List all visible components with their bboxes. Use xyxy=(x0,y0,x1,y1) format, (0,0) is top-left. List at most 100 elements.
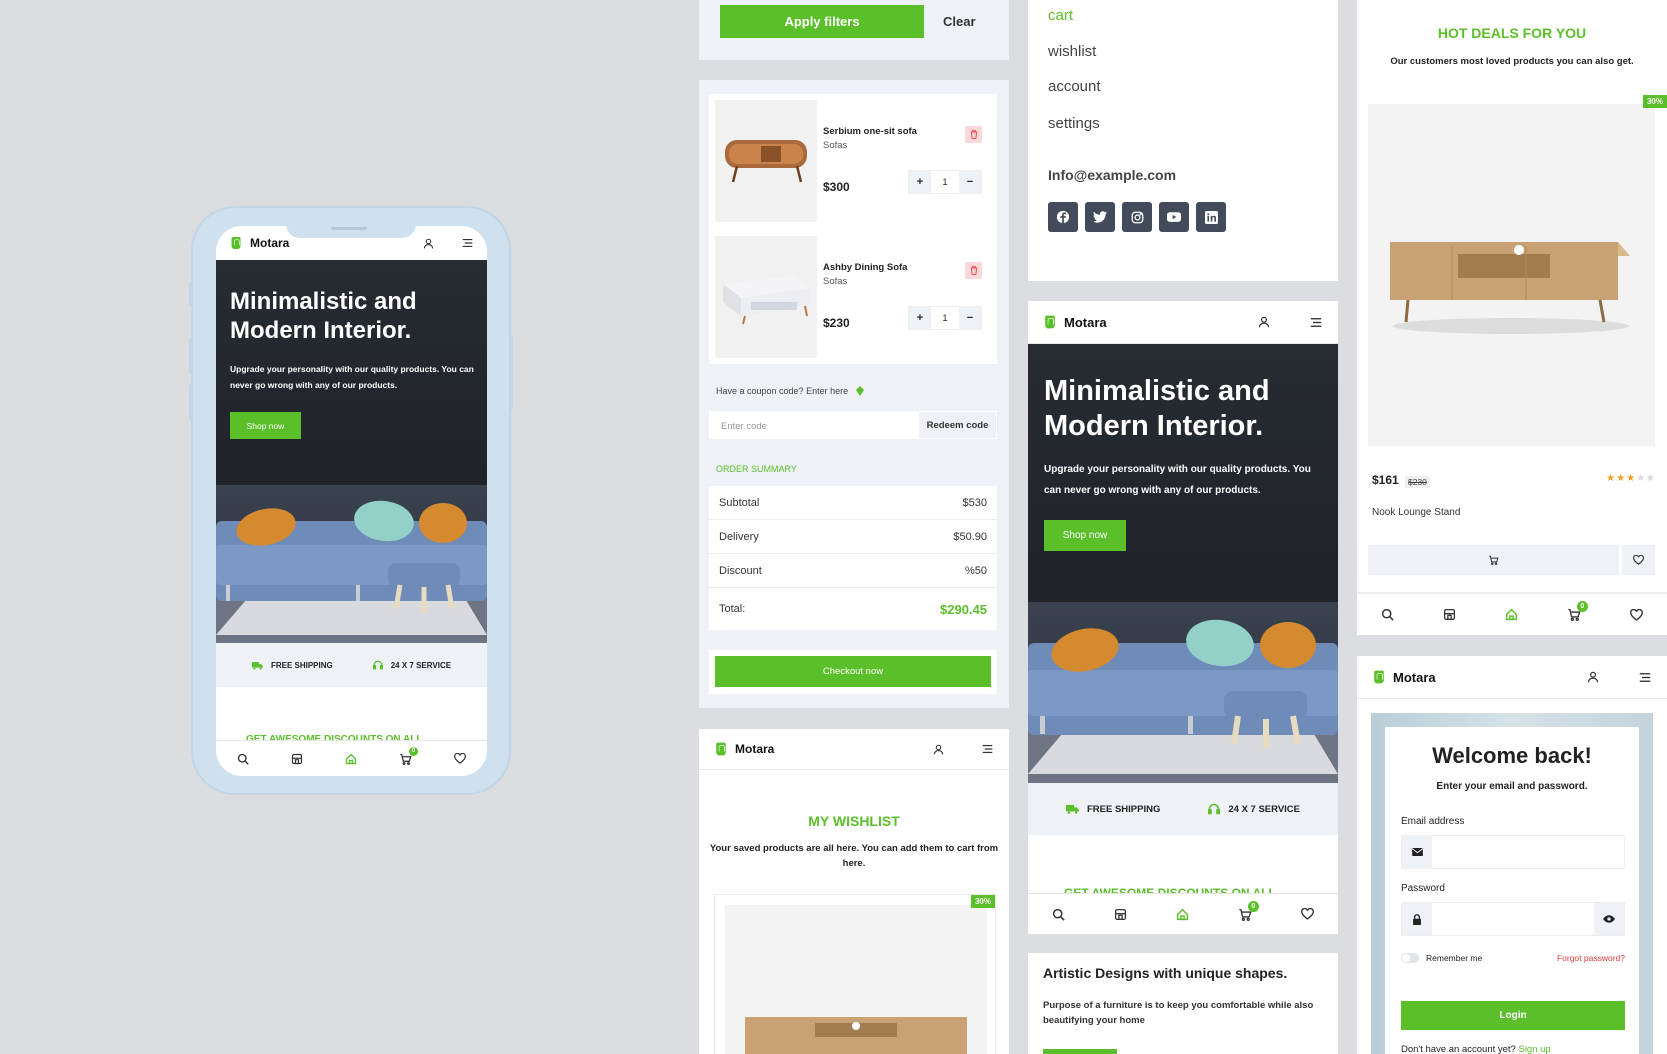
delete-icon[interactable] xyxy=(965,262,982,279)
coupon-code-input[interactable]: Enter code xyxy=(709,411,918,439)
cart-icon[interactable]: 0 xyxy=(399,746,418,765)
facebook-icon[interactable] xyxy=(1048,202,1078,232)
bottom-nav: 0 xyxy=(216,740,487,776)
remember-me-toggle[interactable] xyxy=(1401,953,1419,963)
increase-button[interactable]: + xyxy=(909,307,931,329)
search-icon[interactable] xyxy=(237,753,249,765)
product-price: $161 xyxy=(1372,473,1399,487)
artistic-text: Purpose of a furniture is to keep you co… xyxy=(1043,1000,1314,1027)
wishlist-subtitle: Your saved products are all here. You ca… xyxy=(709,843,999,869)
linkedin-icon[interactable] xyxy=(1196,202,1226,232)
menu-link-settings[interactable]: settings xyxy=(1048,115,1100,132)
feature-bar: FREE SHIPPING 24 X 7 SERVICE xyxy=(1028,783,1338,835)
star-icon: ★ xyxy=(1616,473,1626,484)
hero-section: Minimalistic and Modern Interior. Upgrade… xyxy=(1028,344,1338,783)
home-icon[interactable] xyxy=(1505,608,1518,621)
hero-subtitle: Upgrade your personality with our qualit… xyxy=(1044,464,1311,496)
cart-item-price: $230 xyxy=(823,316,850,330)
redeem-code-button[interactable]: Redeem code xyxy=(918,411,997,439)
heart-icon[interactable] xyxy=(1629,608,1643,621)
summary-row: Delivery $50.90 xyxy=(709,520,997,554)
home-icon[interactable] xyxy=(345,753,357,765)
store-icon[interactable] xyxy=(291,753,303,765)
cart-icon[interactable]: 0 xyxy=(1567,601,1588,621)
side-menu-panel: cart wishlist account settings Info@exam… xyxy=(1028,0,1338,281)
app-header: Motara xyxy=(699,729,1009,770)
decrease-button[interactable]: − xyxy=(959,171,981,193)
add-to-cart-button[interactable] xyxy=(1368,545,1619,575)
bottom-nav: 0 xyxy=(1028,893,1338,934)
user-icon[interactable] xyxy=(1587,671,1599,683)
brand-name: Motara xyxy=(1393,669,1436,685)
twitter-icon[interactable] xyxy=(1085,202,1115,232)
phone-side-button xyxy=(189,338,193,374)
quantity-value[interactable]: 1 xyxy=(931,177,959,187)
product-image xyxy=(1368,104,1655,446)
logo-icon xyxy=(716,742,726,756)
user-icon[interactable] xyxy=(1258,316,1270,328)
sofa-image xyxy=(216,485,487,643)
product-old-price: $230 xyxy=(1405,476,1430,488)
app-header: Motara xyxy=(1357,656,1667,699)
instagram-icon[interactable] xyxy=(1122,202,1152,232)
user-icon[interactable] xyxy=(933,744,944,755)
star-icon: ★ xyxy=(1636,473,1646,484)
remember-me-label: Remember me xyxy=(1426,953,1483,963)
brand-name: Motara xyxy=(250,236,290,250)
store-icon[interactable] xyxy=(1443,608,1456,621)
cart-icon[interactable]: 0 xyxy=(1238,900,1259,921)
menu-icon[interactable] xyxy=(1639,672,1651,683)
email-field[interactable] xyxy=(1401,835,1625,869)
youtube-icon[interactable] xyxy=(1159,202,1189,232)
contact-email[interactable]: Info@example.com xyxy=(1048,167,1176,183)
coupon-prompt: Have a coupon code? Enter here xyxy=(716,386,865,396)
quantity-stepper[interactable]: + 1 − xyxy=(908,170,982,194)
delete-icon[interactable] xyxy=(965,126,982,143)
menu-link-cart[interactable]: cart xyxy=(1048,7,1073,24)
signup-link[interactable]: Sign up xyxy=(1518,1044,1550,1054)
menu-icon[interactable] xyxy=(462,238,473,248)
product-image xyxy=(715,236,817,358)
product-name: Nook Lounge Stand xyxy=(1372,507,1461,518)
tag-icon xyxy=(856,386,865,396)
menu-icon[interactable] xyxy=(982,744,993,754)
apply-filters-button[interactable]: Apply filters xyxy=(720,5,924,38)
star-icon: ★ xyxy=(1606,473,1616,484)
user-icon[interactable] xyxy=(423,238,434,249)
search-icon[interactable] xyxy=(1052,908,1066,921)
menu-link-wishlist[interactable]: wishlist xyxy=(1048,43,1096,60)
shop-now-button[interactable]: Shop now xyxy=(1044,520,1126,551)
logo-icon xyxy=(1374,670,1384,684)
add-to-wishlist-button[interactable] xyxy=(1622,545,1655,575)
heart-icon[interactable] xyxy=(1300,908,1314,920)
store-icon[interactable] xyxy=(1114,908,1127,921)
product-image xyxy=(715,100,817,222)
menu-icon[interactable] xyxy=(1310,317,1322,328)
signup-prompt: Don't have an account yet? Sign up xyxy=(1401,1044,1551,1054)
shop-now-button[interactable]: Shop now xyxy=(230,412,301,439)
quantity-stepper[interactable]: + 1 − xyxy=(908,306,982,330)
menu-link-account[interactable]: account xyxy=(1048,78,1101,95)
bottom-nav: 0 xyxy=(1357,592,1667,635)
home-icon[interactable] xyxy=(1176,908,1189,921)
heart-icon[interactable] xyxy=(454,753,466,764)
product-image xyxy=(725,905,987,1054)
forgot-password-link[interactable]: Forgot password? xyxy=(1557,953,1625,963)
checkout-button[interactable]: Checkout now xyxy=(715,656,991,687)
hot-deals-subtitle: Our customers most loved products you ca… xyxy=(1390,56,1634,67)
service-label: 24 X 7 SERVICE xyxy=(390,660,452,670)
show-password-icon[interactable] xyxy=(1594,903,1624,935)
login-button[interactable]: Login xyxy=(1401,1001,1625,1030)
increase-button[interactable]: + xyxy=(909,171,931,193)
clear-filters-button[interactable]: Clear xyxy=(943,14,976,29)
phone-side-button xyxy=(189,282,193,306)
hot-deals-panel: HOT DEALS FOR YOU Our customers most lov… xyxy=(1357,0,1667,635)
phone-side-button xyxy=(189,384,193,420)
phone-side-button xyxy=(509,336,513,410)
artistic-button[interactable] xyxy=(1043,1049,1117,1054)
search-icon[interactable] xyxy=(1381,608,1395,621)
cart-item-category: Sofas xyxy=(823,140,848,151)
decrease-button[interactable]: − xyxy=(959,307,981,329)
quantity-value[interactable]: 1 xyxy=(931,313,959,323)
password-field[interactable] xyxy=(1401,902,1625,936)
